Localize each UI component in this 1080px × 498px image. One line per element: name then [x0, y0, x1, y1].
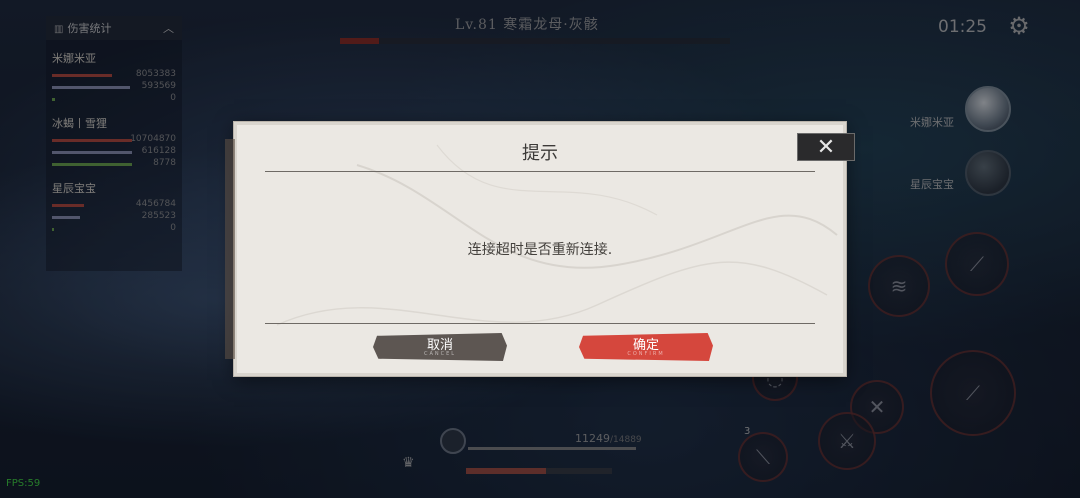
confirm-button[interactable]: 确定 CONFIRM — [579, 333, 713, 361]
close-icon: ✕ — [816, 135, 836, 160]
cancel-button-sublabel: CANCEL — [423, 351, 457, 357]
footer-divider — [265, 323, 815, 324]
confirm-button-sublabel: CONFIRM — [627, 351, 665, 357]
title-divider — [265, 171, 815, 172]
cancel-button[interactable]: 取消 CANCEL — [373, 333, 507, 361]
close-button[interactable]: ✕ — [797, 133, 855, 161]
dialog-message: 连接超时是否重新连接. — [467, 242, 613, 258]
dialog-title: 提示 — [522, 143, 558, 164]
reconnect-dialog: 提示 ✕ 连接超时是否重新连接. 取消 CANCEL 确定 CONFIRM — [225, 122, 855, 376]
